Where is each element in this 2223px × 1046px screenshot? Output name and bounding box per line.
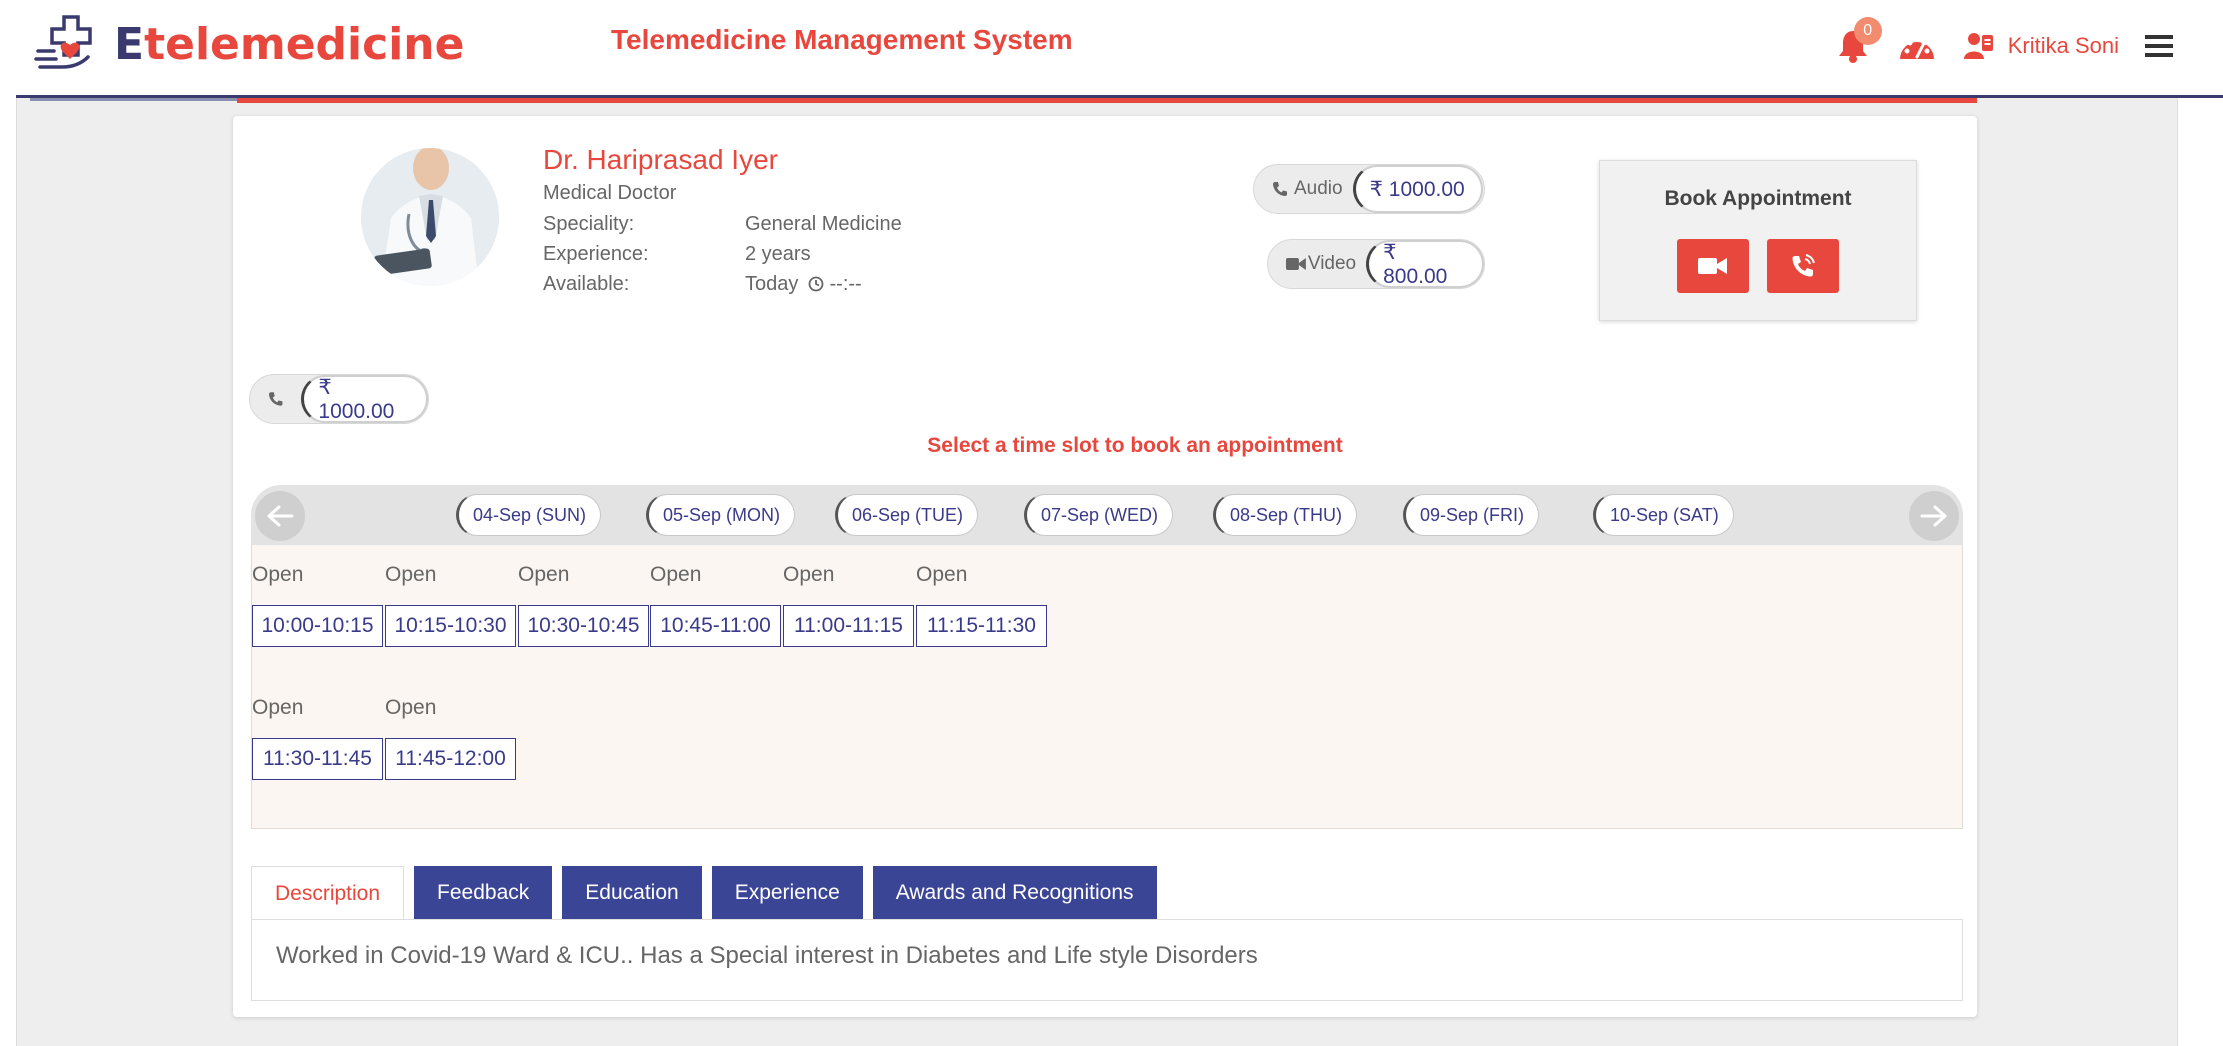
- time-slot: Open 11:45-12:00: [385, 696, 517, 780]
- arrow-right-icon: [1920, 505, 1947, 527]
- logo-text: Etelemedicine: [114, 18, 465, 70]
- slot-time-button[interactable]: 11:00-11:15: [783, 605, 914, 647]
- speciality-row: Speciality: General Medicine: [543, 213, 902, 236]
- dashboard-gauge-icon: [1899, 36, 1934, 59]
- doctor-photo: [361, 148, 499, 286]
- video-amount: ₹ 800.00: [1366, 240, 1484, 288]
- system-title: Telemedicine Management System: [611, 24, 1073, 55]
- date-tab-04-sep[interactable]: 04-Sep (SUN): [456, 494, 602, 536]
- notification-button[interactable]: 0: [1838, 17, 1882, 63]
- book-video-call-button[interactable]: [1677, 239, 1749, 293]
- slot-time-button[interactable]: 10:30-10:45: [518, 605, 649, 647]
- date-tab-09-sep[interactable]: 09-Sep (FRI): [1403, 494, 1540, 536]
- slot-time-button[interactable]: 10:00-10:15: [252, 605, 383, 647]
- doctor-avatar: [361, 148, 499, 286]
- tab-description[interactable]: Description: [251, 866, 405, 920]
- user-name[interactable]: Kritika Soni: [2008, 33, 2119, 59]
- phone-amount: ₹ 1000.00: [301, 375, 428, 423]
- available-value: Today --:--: [745, 273, 862, 295]
- dashboard-button[interactable]: [1898, 31, 1936, 61]
- time-slot: Open 11:00-11:15: [783, 563, 915, 647]
- time-slot: Open 11:15-11:30: [916, 563, 1048, 647]
- book-audio-call-button[interactable]: [1767, 239, 1839, 293]
- tab-experience[interactable]: Experience: [711, 866, 863, 920]
- doctor-title: Medical Doctor: [543, 182, 677, 204]
- date-selector-bar: 04-Sep (SUN) 05-Sep (MON) 06-Sep (TUE) 0…: [251, 485, 1963, 545]
- menu-icon: [2145, 35, 2173, 57]
- video-fee-pill: Video ₹ 800.00: [1267, 239, 1485, 289]
- user-card-icon: [1963, 33, 1993, 59]
- slot-status: Open: [518, 563, 570, 586]
- phone-volume-icon: [1792, 254, 1815, 277]
- video-camera-icon: [1286, 258, 1306, 270]
- doctor-name: Dr. Hariprasad Iyer: [543, 144, 778, 175]
- book-appointment-panel: Book Appointment: [1599, 160, 1917, 321]
- slot-status: Open: [650, 563, 702, 586]
- previous-week-button[interactable]: [255, 491, 305, 541]
- tab-feedback[interactable]: Feedback: [414, 866, 553, 920]
- header-underline-left: [30, 98, 237, 101]
- date-tab-07-sep[interactable]: 07-Sep (WED): [1024, 494, 1174, 536]
- slot-time-button[interactable]: 10:45-11:00: [650, 605, 781, 647]
- video-label: Video: [1307, 253, 1357, 274]
- date-tab-06-sep[interactable]: 06-Sep (TUE): [835, 494, 979, 536]
- header-actions: 0 Kritika Soni: [1816, 17, 2173, 70]
- available-time: --:--: [829, 273, 862, 295]
- audio-label: Audio: [1294, 178, 1343, 199]
- clock-icon: [808, 276, 824, 292]
- slot-time-button[interactable]: 11:30-11:45: [252, 738, 383, 780]
- available-row: Available: Today --:--: [543, 273, 862, 296]
- phone-fee-pill: ₹ 1000.00: [249, 374, 429, 424]
- phone-icon: [268, 392, 283, 406]
- app-logo[interactable]: Etelemedicine: [34, 14, 464, 74]
- time-slot: Open 10:30-10:45: [518, 563, 650, 647]
- video-camera-icon: [1698, 258, 1727, 274]
- date-tab-05-sep[interactable]: 05-Sep (MON): [646, 494, 796, 536]
- logo-hand-heart-icon: [34, 15, 92, 69]
- book-appointment-title: Book Appointment: [1664, 187, 1852, 210]
- speciality-value: General Medicine: [745, 213, 902, 235]
- experience-label: Experience:: [543, 243, 649, 265]
- experience-value: 2 years: [745, 243, 811, 265]
- slot-time-button[interactable]: 11:15-11:30: [916, 605, 1047, 647]
- available-label: Available:: [543, 273, 630, 295]
- slot-time-button[interactable]: 10:15-10:30: [385, 605, 516, 647]
- phone-icon: [1273, 182, 1287, 196]
- audio-amount: ₹ 1000.00: [1352, 165, 1483, 213]
- user-profile-button[interactable]: [1963, 31, 1994, 61]
- time-slot: Open 10:15-10:30: [385, 563, 517, 647]
- date-tab-10-sep[interactable]: 10-Sep (SAT): [1593, 494, 1734, 536]
- header-accent-strip: [237, 98, 1977, 103]
- tab-education[interactable]: Education: [562, 866, 702, 920]
- tab-awards-and-recognitions[interactable]: Awards and Recognitions: [872, 866, 1157, 920]
- arrow-left-icon: [267, 505, 294, 527]
- slot-status: Open: [252, 696, 304, 719]
- slot-status: Open: [916, 563, 968, 586]
- slot-time-button[interactable]: 11:45-12:00: [385, 738, 516, 780]
- select-slot-message: Select a time slot to book an appointmen…: [927, 434, 1343, 457]
- slot-status: Open: [252, 563, 304, 586]
- profile-tabs: Description Feedback Education Experienc…: [251, 866, 1167, 920]
- notification-count-badge: 0: [1853, 17, 1882, 45]
- doctor-profile-card: Dr. Hariprasad Iyer Medical Doctor Speci…: [233, 116, 1977, 1017]
- audio-fee-pill: Audio ₹ 1000.00: [1253, 164, 1485, 214]
- date-tab-08-sep[interactable]: 08-Sep (THU): [1213, 494, 1358, 536]
- experience-row: Experience: 2 years: [543, 243, 811, 266]
- speciality-label: Speciality:: [543, 213, 635, 235]
- slot-status: Open: [385, 696, 437, 719]
- description-content: Worked in Covid-19 Ward & ICU.. Has a Sp…: [251, 919, 1963, 1001]
- top-header: Etelemedicine Telemedicine Management Sy…: [16, 0, 2223, 98]
- time-slot: Open 10:00-10:15: [252, 563, 384, 647]
- slot-status: Open: [783, 563, 835, 586]
- next-week-button[interactable]: [1909, 491, 1959, 541]
- slot-status: Open: [385, 563, 437, 586]
- menu-button[interactable]: [2145, 34, 2173, 58]
- time-slots-panel: Open 10:00-10:15 Open 10:15-10:30 Open 1…: [251, 545, 1963, 829]
- time-slot: Open 10:45-11:00: [650, 563, 782, 647]
- time-slot: Open 11:30-11:45: [252, 696, 384, 780]
